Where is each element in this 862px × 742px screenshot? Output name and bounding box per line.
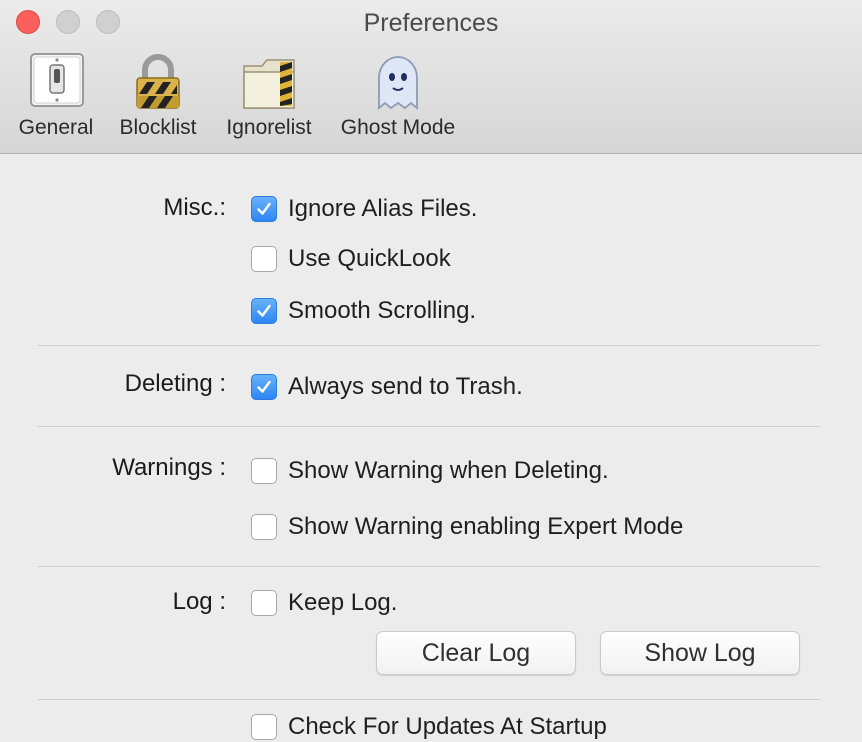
checkmark-icon xyxy=(257,304,271,317)
log-section-label: Log : xyxy=(172,588,226,615)
toolbar-label-ghost-mode: Ghost Mode xyxy=(340,116,456,139)
section-divider xyxy=(38,566,820,567)
section-divider xyxy=(38,345,820,346)
padlock-icon xyxy=(136,54,180,109)
show-warning-deleting-option[interactable]: Show Warning when Deleting. xyxy=(251,456,609,486)
ignore-alias-files-checkbox[interactable] xyxy=(251,196,277,222)
always-send-to-trash-checkbox[interactable] xyxy=(251,374,277,400)
always-send-to-trash-option[interactable]: Always send to Trash. xyxy=(251,372,523,402)
show-log-button[interactable]: Show Log xyxy=(600,631,800,675)
show-warning-expert-mode-checkbox[interactable] xyxy=(251,514,277,540)
show-warning-deleting-label: Show Warning when Deleting. xyxy=(288,457,609,484)
keep-log-label: Keep Log. xyxy=(288,589,398,616)
window-title: Preferences xyxy=(363,9,499,37)
ignore-alias-files-option[interactable]: Ignore Alias Files. xyxy=(251,194,477,224)
misc-section-label: Misc.: xyxy=(163,194,226,221)
toolbar-tab-blocklist[interactable]: Blocklist xyxy=(110,50,206,148)
use-quicklook-label: Use QuickLook xyxy=(288,245,451,272)
check-updates-label: Check For Updates At Startup xyxy=(288,713,607,740)
show-warning-expert-mode-option[interactable]: Show Warning enabling Expert Mode xyxy=(251,512,683,542)
section-divider xyxy=(38,426,820,427)
ghost-icon xyxy=(378,56,418,110)
smooth-scrolling-option[interactable]: Smooth Scrolling. xyxy=(251,296,476,326)
keep-log-option[interactable]: Keep Log. xyxy=(251,588,397,618)
clear-log-button[interactable]: Clear Log xyxy=(376,631,576,675)
check-updates-option[interactable]: Check For Updates At Startup xyxy=(251,712,607,742)
show-warning-expert-mode-label: Show Warning enabling Expert Mode xyxy=(288,513,684,540)
ignore-alias-files-label: Ignore Alias Files. xyxy=(288,195,478,222)
warnings-section-label: Warnings : xyxy=(112,454,226,481)
check-updates-checkbox[interactable] xyxy=(251,714,277,740)
deleting-section-label: Deleting : xyxy=(124,370,226,397)
toolbar-tab-general[interactable]: General xyxy=(12,50,100,148)
checkmark-icon xyxy=(257,202,271,215)
preferences-content: Misc.: Ignore Alias Files. Use QuickLook… xyxy=(0,154,862,740)
section-divider xyxy=(38,699,820,700)
striped-folder-icon xyxy=(243,59,295,109)
toolbar-label-blocklist: Blocklist xyxy=(119,116,197,139)
window-titlebar: Preferences General Blocklist Ignorelist… xyxy=(0,0,862,154)
light-switch-icon xyxy=(30,53,84,107)
show-warning-deleting-checkbox[interactable] xyxy=(251,458,277,484)
always-send-to-trash-label: Always send to Trash. xyxy=(288,373,523,400)
use-quicklook-checkbox[interactable] xyxy=(251,246,277,272)
use-quicklook-option[interactable]: Use QuickLook xyxy=(251,244,451,274)
toolbar-tab-ignorelist[interactable]: Ignorelist xyxy=(216,50,322,148)
toolbar-label-ignorelist: Ignorelist xyxy=(226,116,312,139)
smooth-scrolling-label: Smooth Scrolling. xyxy=(288,297,477,324)
keep-log-checkbox[interactable] xyxy=(251,590,277,616)
checkmark-icon xyxy=(257,380,271,393)
toolbar-label-general: General xyxy=(18,116,94,139)
smooth-scrolling-checkbox[interactable] xyxy=(251,298,277,324)
toolbar-tab-ghost-mode[interactable]: Ghost Mode xyxy=(330,50,466,148)
